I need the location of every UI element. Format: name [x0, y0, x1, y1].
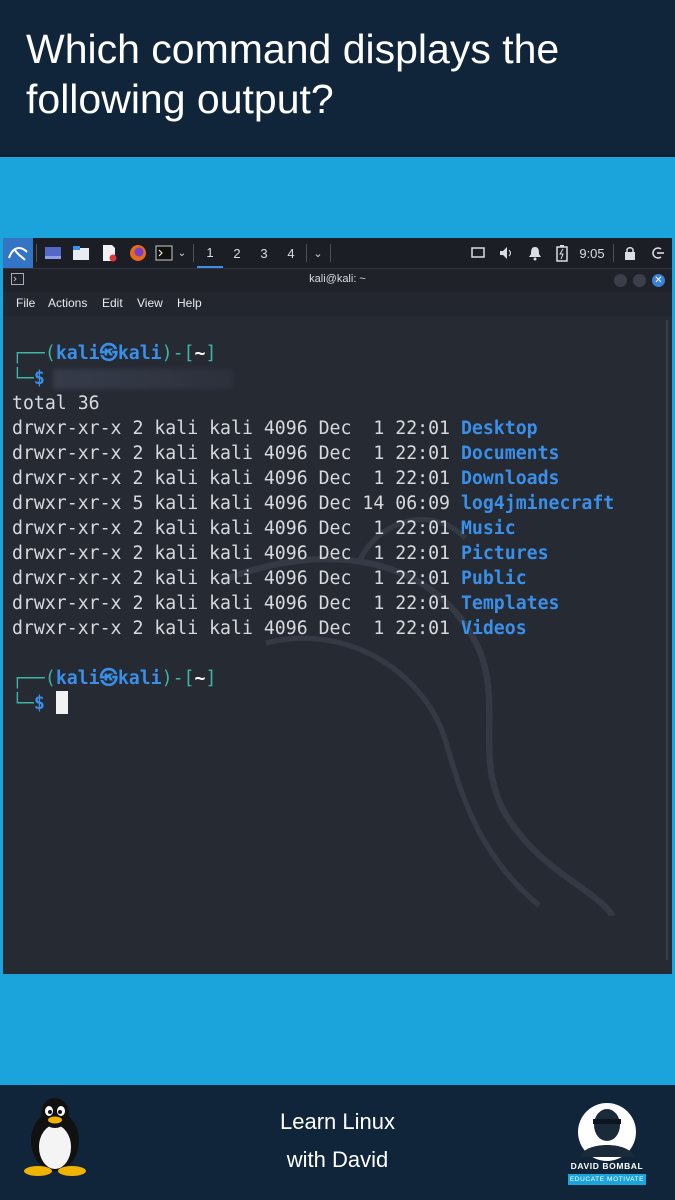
- listing-row: drwxr-xr-x 2 kali kali 4096 Dec 1 22:01 …: [12, 541, 549, 566]
- entry-meta: drwxr-xr-x 2 kali kali 4096 Dec 1 22:01: [12, 618, 461, 639]
- panel-separator: [306, 244, 307, 262]
- listing-row: drwxr-xr-x 2 kali kali 4096 Dec 1 22:01 …: [12, 591, 560, 616]
- menu-bar: File Actions Edit View Help: [3, 292, 672, 316]
- footer: Learn Linux with David DAVID BOMBAL EDUC…: [0, 1085, 675, 1200]
- portrait-logo-icon: [578, 1103, 636, 1161]
- kali-menu-icon[interactable]: [3, 238, 33, 268]
- notification-bell-icon[interactable]: [523, 238, 547, 268]
- logout-icon[interactable]: [648, 238, 668, 268]
- david-bombal-logo: DAVID BOMBAL EDUCATE MOTIVATE: [562, 1099, 652, 1191]
- prompt-input-line: └─$: [12, 368, 45, 389]
- listing-row: drwxr-xr-x 2 kali kali 4096 Dec 1 22:01 …: [12, 441, 560, 466]
- prompt-input-line[interactable]: └─$: [12, 691, 68, 716]
- panel-separator: [193, 244, 194, 262]
- menu-file[interactable]: File: [16, 296, 35, 310]
- chevron-down-icon[interactable]: ⌄: [175, 238, 189, 268]
- screen-icon[interactable]: [466, 238, 490, 268]
- firefox-icon[interactable]: [125, 238, 151, 268]
- top-panel: ⌄ 1 2 3 4 ⌄ 9:05: [3, 238, 672, 269]
- show-desktop-icon[interactable]: [41, 238, 65, 268]
- directory-name: Videos: [460, 618, 527, 639]
- entry-meta: drwxr-xr-x 2 kali kali 4096 Dec 1 22:01: [12, 593, 461, 614]
- listing-row: drwxr-xr-x 2 kali kali 4096 Dec 1 22:01 …: [12, 416, 538, 441]
- question-banner: Which command displays the following out…: [0, 0, 675, 157]
- prompt-line: ┌──(kali㉿kali)-[~]: [12, 668, 217, 689]
- total-line: total 36: [12, 393, 100, 414]
- volume-icon[interactable]: [495, 238, 519, 268]
- directory-name: Templates: [460, 593, 560, 614]
- logo-tagline: EDUCATE MOTIVATE: [568, 1174, 646, 1185]
- battery-icon[interactable]: [552, 238, 572, 268]
- panel-separator: [613, 244, 614, 262]
- panel-separator: [330, 244, 331, 262]
- listing-row: drwxr-xr-x 2 kali kali 4096 Dec 1 22:01 …: [12, 566, 527, 591]
- chevron-down-icon[interactable]: ⌄: [310, 238, 326, 268]
- directory-name: Downloads: [460, 468, 560, 489]
- directory-name: Public: [460, 568, 527, 589]
- menu-help[interactable]: Help: [177, 296, 202, 310]
- lock-icon[interactable]: [620, 238, 640, 268]
- menu-actions[interactable]: Actions: [48, 296, 87, 310]
- directory-name: Documents: [460, 443, 560, 464]
- workspace-1[interactable]: 1: [197, 238, 223, 268]
- logo-name: DAVID BOMBAL: [570, 1161, 644, 1171]
- entry-meta: drwxr-xr-x 2 kali kali 4096 Dec 1 22:01: [12, 518, 461, 539]
- file-manager-icon[interactable]: [69, 238, 93, 268]
- terminal-icon[interactable]: [153, 238, 175, 268]
- question-text: Which command displays the following out…: [26, 26, 560, 122]
- entry-meta: drwxr-xr-x 2 kali kali 4096 Dec 1 22:01: [12, 543, 461, 564]
- text-editor-icon[interactable]: [97, 238, 121, 268]
- listing-row: drwxr-xr-x 2 kali kali 4096 Dec 1 22:01 …: [12, 616, 527, 641]
- workspace-2[interactable]: 2: [224, 238, 250, 268]
- workspace-4[interactable]: 4: [278, 238, 304, 268]
- menu-view[interactable]: View: [137, 296, 163, 310]
- window-title: kali@kali: ~: [309, 273, 366, 285]
- minimize-button[interactable]: [614, 274, 627, 287]
- entry-meta: drwxr-xr-x 2 kali kali 4096 Dec 1 22:01: [12, 443, 461, 464]
- listing-row: drwxr-xr-x 2 kali kali 4096 Dec 1 22:01 …: [12, 466, 560, 491]
- entry-meta: drwxr-xr-x 2 kali kali 4096 Dec 1 22:01: [12, 568, 461, 589]
- window-titlebar[interactable]: kali@kali: ~ ✕: [3, 269, 672, 292]
- directory-name: Pictures: [460, 543, 549, 564]
- workspace-3[interactable]: 3: [251, 238, 277, 268]
- close-button[interactable]: ✕: [652, 274, 665, 287]
- panel-separator: [36, 244, 37, 262]
- text-cursor: [55, 691, 68, 714]
- kali-desktop-screenshot: ⌄ 1 2 3 4 ⌄ 9:05 kali@kali: ~ ✕ File Act…: [3, 238, 672, 974]
- entry-meta: drwxr-xr-x 5 kali kali 4096 Dec 14 06:09: [12, 493, 461, 514]
- terminal-output[interactable]: ┌──(kali㉿kali)-[~] └─$ total 36 drwxr-xr…: [3, 316, 672, 974]
- scrollbar[interactable]: [666, 320, 668, 960]
- clock[interactable]: 9:05: [576, 238, 608, 268]
- listing-row: drwxr-xr-x 2 kali kali 4096 Dec 1 22:01 …: [12, 516, 516, 541]
- directory-name: Desktop: [460, 418, 538, 439]
- maximize-button[interactable]: [633, 274, 646, 287]
- directory-name: log4jminecraft: [460, 493, 615, 514]
- listing-row: drwxr-xr-x 5 kali kali 4096 Dec 14 06:09…: [12, 491, 614, 516]
- entry-meta: drwxr-xr-x 2 kali kali 4096 Dec 1 22:01: [12, 418, 461, 439]
- hidden-command: [53, 369, 233, 389]
- prompt-line: ┌──(kali㉿kali)-[~]: [12, 343, 217, 364]
- entry-meta: drwxr-xr-x 2 kali kali 4096 Dec 1 22:01: [12, 468, 461, 489]
- menu-edit[interactable]: Edit: [102, 296, 123, 310]
- directory-name: Music: [460, 518, 516, 539]
